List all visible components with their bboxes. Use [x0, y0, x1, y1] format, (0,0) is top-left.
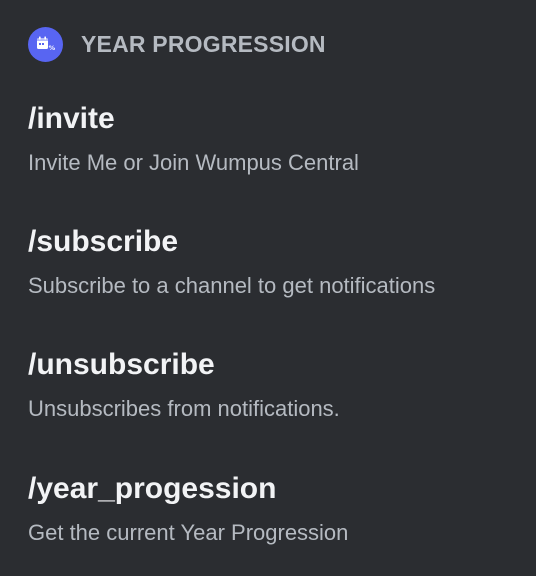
- command-invite[interactable]: /invite Invite Me or Join Wumpus Central: [28, 101, 518, 177]
- command-description: Unsubscribes from notifications.: [28, 396, 340, 421]
- command-list-panel: % YEAR PROGRESSION /invite Invite Me or …: [0, 0, 536, 576]
- command-description: Get the current Year Progression: [28, 520, 349, 545]
- command-unsubscribe[interactable]: /unsubscribe Unsubscribes from notificat…: [28, 347, 518, 423]
- command-description: Subscribe to a channel to get notificati…: [28, 273, 436, 298]
- calendar-percent-icon: %: [28, 26, 63, 62]
- command-name: /unsubscribe: [28, 348, 215, 381]
- svg-text:%: %: [48, 44, 55, 52]
- app-header: % YEAR PROGRESSION: [28, 26, 326, 62]
- command-subscribe[interactable]: /subscribe Subscribe to a channel to get…: [28, 224, 518, 300]
- command-name: /invite: [28, 102, 115, 135]
- command-name: /year_progession: [28, 472, 277, 505]
- command-year-progession[interactable]: /year_progession Get the current Year Pr…: [28, 471, 518, 547]
- command-name: /subscribe: [28, 225, 179, 258]
- app-name: YEAR PROGRESSION: [81, 30, 326, 57]
- command-description: Invite Me or Join Wumpus Central: [28, 150, 359, 175]
